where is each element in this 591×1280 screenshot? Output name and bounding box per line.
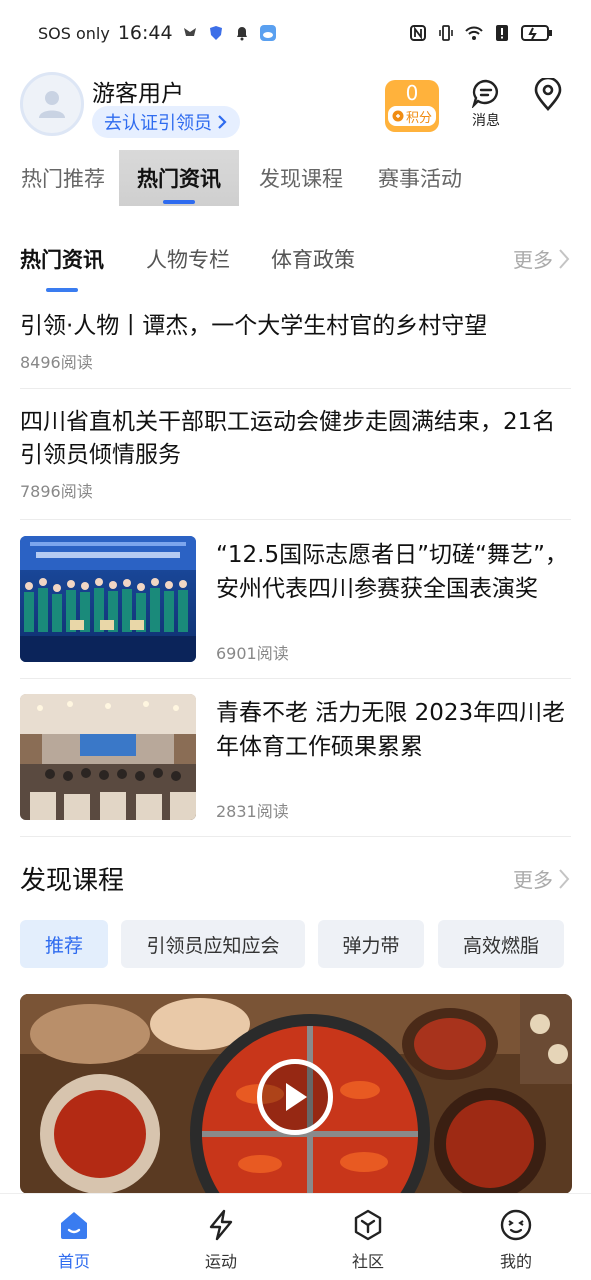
news-read-count: 2831阅读 [216, 802, 289, 821]
chip-resistance-band[interactable]: 弹力带 [318, 920, 424, 968]
news-item[interactable]: 引领·人物丨谭杰，一个大学生村官的乡村守望 8496阅读 [20, 310, 571, 373]
user-silhouette-icon [39, 91, 65, 118]
community-icon [354, 1209, 382, 1241]
tab-label: 热门资讯 [137, 167, 221, 191]
bottom-nav: 首页 运动 社区 我的 [0, 1194, 591, 1280]
tab-label: 体育政策 [271, 248, 355, 272]
location-button[interactable] [533, 76, 569, 116]
weather-icon [259, 25, 276, 41]
nav-home[interactable]: 首页 [34, 1208, 114, 1272]
tab-events[interactable]: 赛事活动 [367, 150, 473, 206]
home-icon [61, 1212, 87, 1239]
nav-sport[interactable]: 运动 [181, 1208, 261, 1272]
message-bubble-icon [471, 79, 498, 108]
chip-label: 引领员应知应会 [146, 934, 280, 957]
avatar[interactable] [20, 72, 84, 136]
divider [20, 678, 571, 679]
nav-label: 社区 [351, 1252, 384, 1271]
verify-guide-button[interactable]: 去认证引领员 [92, 106, 240, 138]
news-title: 青春不老 活力无限 2023年四川老年体育工作硕果累累 [216, 700, 566, 760]
news-thumbnail [20, 536, 196, 662]
carrier-text: SOS only [38, 23, 110, 43]
chip-label: 高效燃脂 [462, 934, 539, 957]
active-tab-indicator [46, 288, 78, 292]
nav-mine[interactable]: 我的 [476, 1208, 556, 1272]
divider [20, 388, 571, 389]
group-performance-photo [20, 536, 196, 662]
chevron-right-icon [218, 115, 227, 129]
tab-label: 人物专栏 [146, 248, 230, 272]
play-icon [286, 1083, 307, 1111]
courses-section-title: 发现课程 [20, 866, 125, 896]
news-tab-bar: 热门资讯 人物专栏 体育政策 更多 [20, 244, 571, 294]
location-pin-icon [534, 76, 562, 111]
bell-icon [236, 27, 247, 41]
messages-button[interactable]: 消息 [460, 78, 512, 130]
tab-hot-recommend[interactable]: 热门推荐 [10, 150, 116, 206]
tab-hot-news[interactable]: 热门资讯 [119, 150, 239, 206]
clock: 16:44 [117, 22, 173, 44]
status-bar: SOS only 16:44 [0, 0, 591, 66]
play-button[interactable] [257, 1059, 333, 1135]
news-more-link[interactable]: 更多 [513, 244, 571, 273]
more-label: 更多 [513, 248, 553, 272]
news-item[interactable]: 四川省直机关干部职工运动会健步走圆满结束，21名引领员倾情服务 7896阅读 [20, 406, 571, 502]
verify-guide-label: 去认证引领员 [104, 113, 212, 134]
chip-label: 推荐 [44, 934, 83, 957]
tab-news-policy[interactable]: 体育政策 [271, 244, 355, 274]
points-value: 0 [405, 81, 419, 105]
user-header: 游客用户 去认证引领员 0 积分 消息 [20, 70, 571, 140]
points-label: 积分 [405, 110, 432, 126]
chevron-right-icon [559, 868, 570, 889]
profile-face-icon [500, 1209, 532, 1241]
points-label-pill: 积分 [388, 106, 436, 126]
vibrate-icon [439, 25, 453, 41]
news-title: 引领·人物丨谭杰，一个大学生村官的乡村守望 [20, 313, 488, 339]
active-tab-indicator [163, 200, 195, 204]
tab-news-hot[interactable]: 热门资讯 [20, 244, 104, 292]
shield-icon [209, 26, 222, 40]
notification-app-icon [183, 28, 196, 36]
username: 游客用户 [92, 81, 184, 107]
nav-label: 我的 [499, 1252, 532, 1271]
tab-label: 热门资讯 [20, 248, 104, 272]
news-read-count: 8496阅读 [20, 353, 93, 372]
wifi-icon [465, 26, 483, 40]
divider [20, 519, 571, 520]
more-label: 更多 [513, 868, 553, 892]
news-read-count: 6901阅读 [216, 644, 289, 663]
divider [20, 836, 571, 837]
news-item[interactable]: “12.5国际志愿者日”切磋“舞艺”，安州代表四川参赛获全国表演奖 6901阅读 [20, 536, 571, 664]
course-video-card[interactable] [20, 994, 572, 1194]
chip-label: 弹力带 [342, 934, 400, 957]
tab-discover-courses[interactable]: 发现课程 [248, 150, 354, 206]
tab-label: 热门推荐 [21, 167, 105, 191]
chevron-right-icon [559, 248, 570, 269]
battery-icon [521, 25, 552, 41]
nfc-icon [410, 25, 426, 41]
news-title: “12.5国际志愿者日”切磋“舞艺”，安州代表四川参赛获全国表演奖 [216, 542, 568, 602]
tab-news-people[interactable]: 人物专栏 [146, 244, 230, 274]
alert-icon [496, 25, 508, 41]
messages-label: 消息 [472, 113, 500, 129]
news-title: 四川省直机关干部职工运动会健步走圆满结束，21名引领员倾情服务 [20, 409, 556, 468]
tab-label: 赛事活动 [378, 167, 462, 191]
nav-community[interactable]: 社区 [328, 1208, 408, 1272]
conference-hall-photo [20, 694, 196, 820]
points-badge[interactable]: 0 积分 [385, 80, 439, 132]
news-read-count: 7896阅读 [20, 482, 93, 501]
course-filter-chips: 推荐 引领员应知应会 弹力带 高效燃脂 [20, 920, 571, 968]
chip-recommend[interactable]: 推荐 [20, 920, 108, 968]
lightning-icon [209, 1209, 233, 1241]
nav-label: 首页 [57, 1252, 90, 1271]
coin-icon [392, 110, 404, 122]
tab-label: 发现课程 [259, 167, 343, 191]
news-item[interactable]: 青春不老 活力无限 2023年四川老年体育工作硕果累累 2831阅读 [20, 694, 571, 822]
courses-more-link[interactable]: 更多 [513, 864, 571, 893]
nav-label: 运动 [204, 1252, 237, 1271]
chip-fat-burning[interactable]: 高效燃脂 [438, 920, 564, 968]
news-thumbnail [20, 694, 196, 820]
chip-guide-knowledge[interactable]: 引领员应知应会 [121, 920, 305, 968]
main-tab-bar: 热门推荐 热门资讯 发现课程 赛事活动 [0, 150, 591, 206]
